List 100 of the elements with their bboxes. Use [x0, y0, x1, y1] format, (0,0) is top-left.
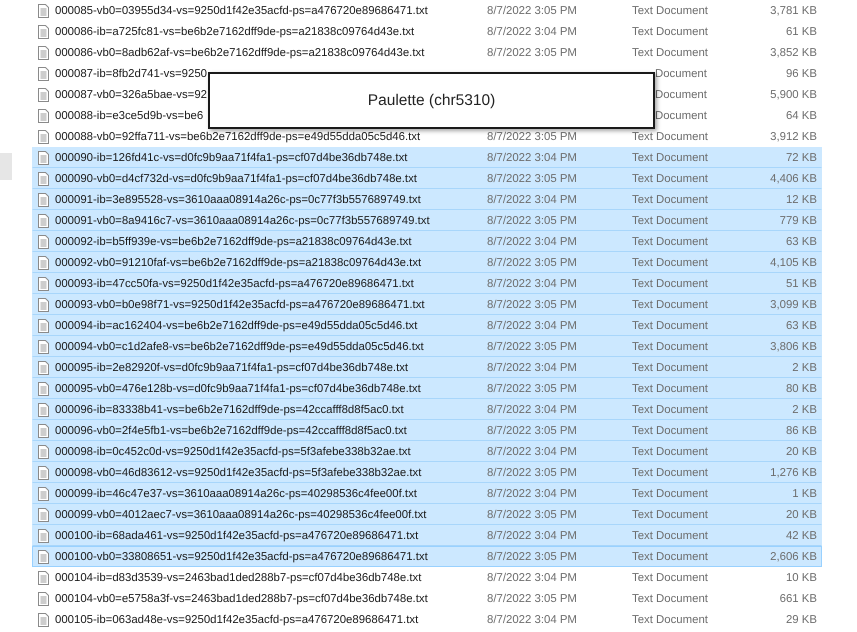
file-size: 64 KB — [784, 110, 817, 122]
file-date: 8/7/2022 3:05 PM — [487, 550, 578, 562]
file-date: 8/7/2022 3:05 PM — [487, 4, 578, 16]
file-name: 000100-vb0=33808651-vs=9250d1f42e35acfd-ps=a476720e89686471.txt — [55, 550, 428, 562]
file-name: 000099-ib=46c47e37-vs=3610aaa08914a26c-ps=40298536c4fee00f.txt — [55, 488, 417, 500]
file-size: 20 KB — [784, 508, 817, 520]
file-size: 2 KB — [791, 404, 817, 416]
file-name: 000100-ib=68ada461-vs=9250d1f42e35acfd-ps=a476720e89686471.txt — [55, 530, 418, 542]
file-date: 8/7/2022 3:04 PM — [487, 320, 578, 332]
file-size: 51 KB — [784, 278, 817, 290]
file-name: 000091-vb0=8a9416c7-vs=3610aaa08914a26c-ps=0c77f3b557689749.txt — [55, 214, 430, 226]
file-size: 61 KB — [784, 26, 817, 38]
file-date: 8/7/2022 3:05 PM — [487, 256, 578, 268]
file-name: 000095-vb0=476e128b-vs=d0fc9b9aa71f4fa1-ps=cf07d4be36db748e.txt — [55, 382, 421, 394]
file-date: 8/7/2022 3:04 PM — [487, 572, 578, 584]
file-name: 000094-ib=ac162404-vs=be6b2e7162dff9de-ps=e49d55dda05c5d46.txt — [55, 320, 418, 332]
file-size: 3,852 KB — [769, 46, 817, 58]
file-type: Document — [654, 88, 708, 100]
file-type: Text Document — [632, 572, 709, 584]
file-size: 2 KB — [791, 362, 817, 374]
file-name: 000087-ib=8fb2d741-vs=9250 — [55, 68, 208, 80]
file-name: 000091-ib=3e895528-vs=3610aaa08914a26c-ps=0c77f3b557689749.txt — [55, 194, 421, 206]
file-size: 72 KB — [784, 152, 817, 164]
file-date: 8/7/2022 3:05 PM — [487, 172, 578, 184]
file-date: 8/7/2022 3:04 PM — [487, 278, 578, 290]
file-name: 000085-vb0=03955d34-vs=9250d1f42e35acfd-ps=a476720e89686471.txt — [55, 4, 428, 16]
file-type: Text Document — [632, 362, 709, 374]
file-type: Text Document — [632, 530, 709, 542]
file-type: Text Document — [632, 278, 709, 290]
file-name: 000087-vb0=326a5bae-vs=92 — [55, 88, 208, 100]
file-type: Text Document — [632, 382, 709, 394]
file-size: 1 KB — [791, 488, 817, 500]
file-type: Text Document — [632, 466, 709, 478]
file-type: Text Document — [632, 592, 709, 604]
name-popup: Paulette (chr5310) — [208, 72, 655, 129]
file-name: 000092-vb0=91210faf-vs=be6b2e7162dff9de-ps=a21838c09764d43e.txt — [55, 256, 422, 268]
file-type: Text Document — [632, 130, 709, 142]
file-date: 8/7/2022 3:04 PM — [487, 530, 578, 542]
file-name: 000096-vb0=2f4e5fb1-vs=be6b2e7162dff9de-ps=42ccafff8d8f5ac0.txt — [55, 424, 407, 436]
file-name: 000090-vb0=d4cf732d-vs=d0fc9b9aa71f4fa1-ps=cf07d4be36db748e.txt — [55, 172, 417, 184]
file-size: 2,606 KB — [769, 550, 817, 562]
file-name: 000093-ib=47cc50fa-vs=9250d1f42e35acfd-ps=a476720e89686471.txt — [55, 278, 414, 290]
file-date: 8/7/2022 3:05 PM — [487, 298, 578, 310]
file-type: Text Document — [632, 172, 709, 184]
file-size: 661 KB — [778, 592, 817, 604]
file-type: Text Document — [632, 340, 709, 352]
file-date: 8/7/2022 3:04 PM — [487, 404, 578, 416]
file-name: 000086-ib=a725fc81-vs=be6b2e7162dff9de-ps=a21838c09764d43e.txt — [55, 26, 414, 38]
file-size: 4,105 KB — [769, 256, 817, 268]
file-name: 000104-vb0=e5758a3f-vs=2463bad1ded288b7-ps=cf07d4be36db748e.txt — [55, 592, 428, 604]
file-type: Document — [654, 110, 708, 122]
file-size: 5,900 KB — [769, 88, 817, 100]
file-name: 000099-vb0=4012aec7-vs=3610aaa08914a26c-ps=40298536c4fee00f.txt — [55, 508, 426, 520]
file-type: Text Document — [632, 298, 709, 310]
file-type: Text Document — [632, 446, 709, 458]
file-size: 86 KB — [784, 424, 817, 436]
file-type: Text Document — [632, 614, 709, 626]
file-type: Text Document — [632, 4, 709, 16]
file-type: Text Document — [632, 152, 709, 164]
file-type: Text Document — [632, 256, 709, 268]
file-date: 8/7/2022 3:05 PM — [487, 424, 578, 436]
file-date: 8/7/2022 3:04 PM — [487, 236, 578, 248]
file-date: 8/7/2022 3:04 PM — [487, 152, 578, 164]
file-size: 12 KB — [784, 194, 817, 206]
file-name: 000090-ib=126fd41c-vs=d0fc9b9aa71f4fa1-ps=cf07d4be36db748e.txt — [55, 152, 408, 164]
file-date: 8/7/2022 3:05 PM — [487, 508, 578, 520]
file-name: 000088-ib=e3ce5d9b-vs=be6 — [55, 110, 204, 122]
file-size: 1,276 KB — [769, 466, 817, 478]
file-type: Text Document — [632, 194, 709, 206]
file-size: 3,781 KB — [769, 4, 817, 16]
file-date: 8/7/2022 3:05 PM — [487, 466, 578, 478]
file-size: 10 KB — [784, 572, 817, 584]
file-size: 29 KB — [784, 614, 817, 626]
file-name: 000104-ib=d83d3539-vs=2463bad1ded288b7-ps=cf07d4be36db748e.txt — [55, 572, 422, 584]
file-type: Text Document — [632, 404, 709, 416]
file-name: 000098-ib=0c452c0d-vs=9250d1f42e35acfd-ps=5f3afebe338b32ae.txt — [55, 446, 411, 458]
file-size: 96 KB — [784, 68, 817, 80]
file-name: 000105-ib=063ad48e-vs=9250d1f42e35acfd-ps=a476720e89686471.txt — [55, 614, 418, 626]
file-date: 8/7/2022 3:04 PM — [487, 26, 578, 38]
file-name: 000093-vb0=b0e98f71-vs=9250d1f42e35acfd-ps=a476720e89686471.txt — [55, 298, 425, 310]
file-type: Text Document — [632, 236, 709, 248]
file-date: 8/7/2022 3:04 PM — [487, 446, 578, 458]
file-type: Text Document — [632, 488, 709, 500]
file-size: 3,912 KB — [769, 130, 817, 142]
file-size: 4,406 KB — [769, 172, 817, 184]
file-name: 000088-vb0=92ffa711-vs=be6b2e7162dff9de-ps=e49d55dda05c5d46.txt — [55, 130, 420, 142]
file-size: 63 KB — [784, 236, 817, 248]
file-date: 8/7/2022 3:04 PM — [487, 194, 578, 206]
file-name: 000094-vb0=c1d2afe8-vs=be6b2e7162dff9de-ps=e49d55dda05c5d46.txt — [55, 340, 424, 352]
file-size: 3,806 KB — [769, 340, 817, 352]
file-date: 8/7/2022 3:05 PM — [487, 382, 578, 394]
file-name: 000098-vb0=46d83612-vs=9250d1f42e35acfd-ps=5f3afebe338b32ae.txt — [55, 466, 422, 478]
file-name: 000086-vb0=8adb62af-vs=be6b2e7162dff9de-ps=a21838c09764d43e.txt — [55, 46, 424, 58]
file-date: 8/7/2022 3:05 PM — [487, 130, 578, 142]
file-size: 779 KB — [778, 214, 817, 226]
file-size: 42 KB — [784, 530, 817, 542]
file-type: Text Document — [632, 214, 709, 226]
file-name: 000095-ib=2e82920f-vs=d0fc9b9aa71f4fa1-ps=cf07d4be36db748e.txt — [55, 362, 408, 374]
file-size: 20 KB — [784, 446, 817, 458]
file-date: 8/7/2022 3:05 PM — [487, 46, 578, 58]
